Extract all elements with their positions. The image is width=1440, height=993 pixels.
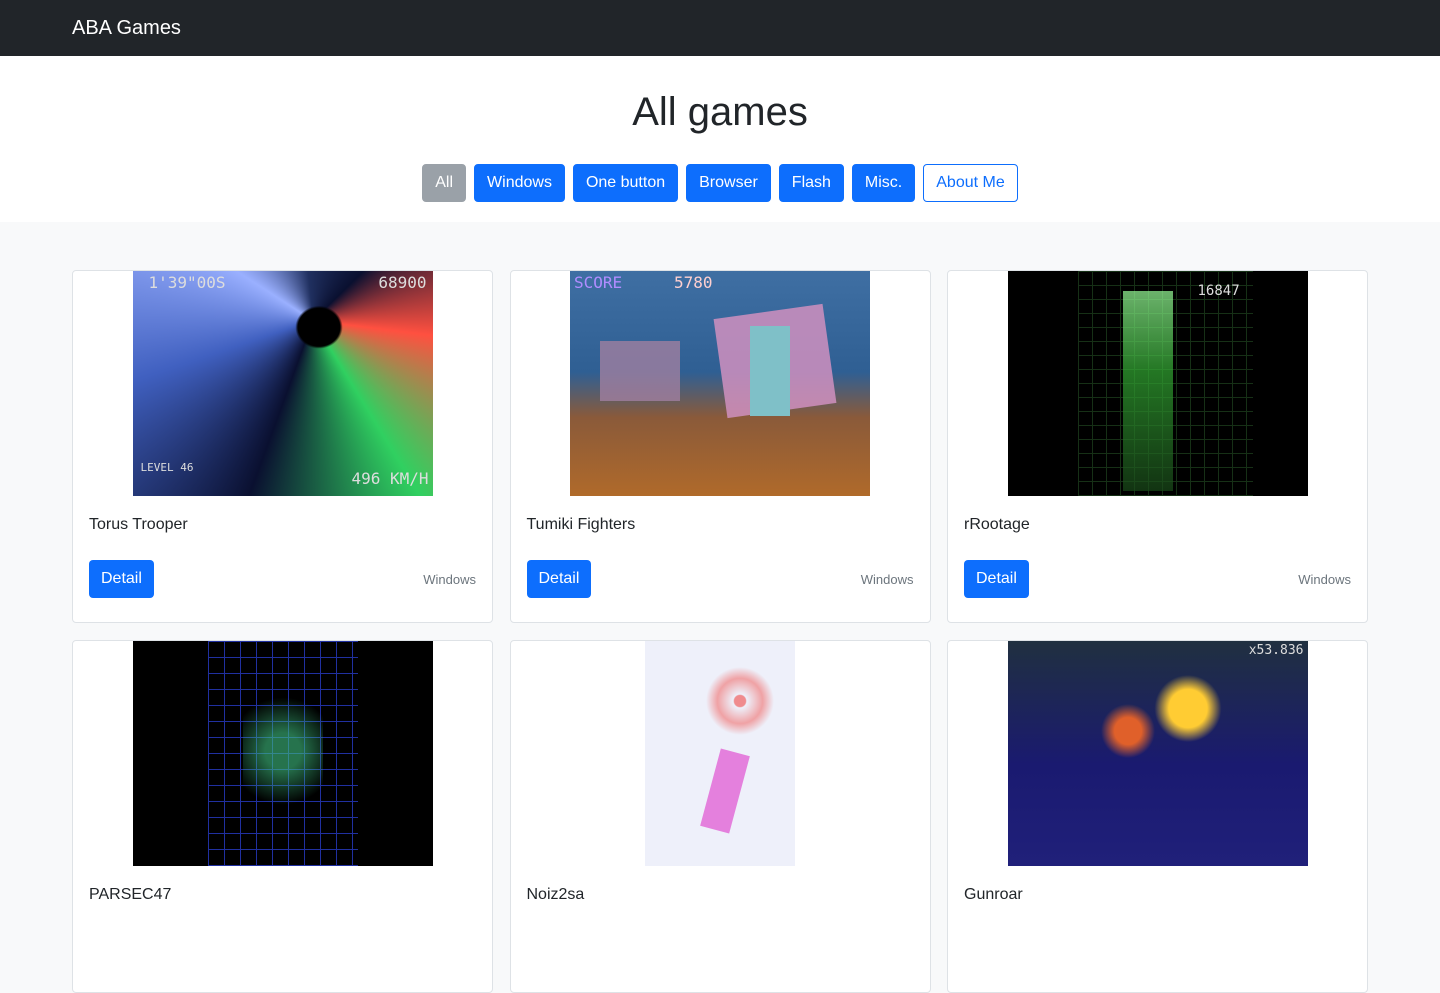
game-title: Noiz2sa	[526, 886, 585, 903]
game-card-tumiki-fighters: SCORE 5780 Tumiki Fighters Detail Window…	[509, 270, 931, 623]
game-thumbnail[interactable]	[570, 641, 870, 866]
card-footer: Detail Windows	[964, 560, 1351, 598]
hud-text: LEVEL 46	[140, 461, 194, 474]
game-card-noiz2sa: Noiz2sa	[509, 640, 931, 993]
filter-all-button[interactable]: All	[422, 164, 467, 202]
hud-text: 68900	[378, 273, 427, 292]
filter-windows-button[interactable]: Windows	[474, 164, 565, 202]
platform-label: Windows	[1298, 571, 1351, 587]
game-card-gunroar: x53.836 Gunroar	[947, 640, 1368, 993]
game-title: Gunroar	[964, 886, 1023, 903]
page-title: All games	[632, 90, 808, 134]
game-thumbnail[interactable]: 1'39"00S 68900 LEVEL 46 496 KM/H	[132, 271, 433, 496]
hud-text: 496 KM/H	[351, 469, 429, 488]
game-card-rrootage: 16847 rRootage Detail Windows	[947, 270, 1368, 623]
game-thumbnail[interactable]: x53.836	[1007, 641, 1308, 866]
game-title: Torus Trooper	[89, 516, 188, 533]
page-header: All games All Windows One button Browser…	[0, 56, 1440, 222]
game-thumbnail[interactable]: 16847	[1007, 271, 1308, 496]
game-title: PARSEC47	[89, 886, 172, 903]
game-title: Tumiki Fighters	[526, 516, 636, 533]
hud-text: 5780	[674, 273, 713, 292]
game-card-torus-trooper: 1'39"00S 68900 LEVEL 46 496 KM/H Torus T…	[72, 270, 493, 623]
filter-flash-button[interactable]: Flash	[778, 164, 844, 202]
top-navbar: ABA Games	[0, 0, 1440, 56]
about-me-button[interactable]: About Me	[923, 164, 1018, 202]
brand-link[interactable]: ABA Games	[72, 17, 181, 40]
detail-button[interactable]: Detail	[526, 560, 592, 598]
filter-bar: All Windows One button Browser Flash Mis…	[0, 164, 1440, 202]
detail-button[interactable]: Detail	[89, 560, 154, 598]
hud-text: 1'39"00S	[148, 273, 226, 292]
game-title: rRootage	[964, 516, 1030, 533]
detail-button[interactable]: Detail	[964, 560, 1029, 598]
games-grid: 1'39"00S 68900 LEVEL 46 496 KM/H Torus T…	[72, 270, 1368, 993]
filter-browser-button[interactable]: Browser	[686, 164, 771, 202]
hud-text: SCORE	[574, 273, 623, 292]
hud-text: x53.836	[1248, 643, 1304, 658]
game-card-parsec47: PARSEC47	[72, 640, 493, 993]
card-footer: Detail Windows	[89, 560, 476, 598]
filter-misc-button[interactable]: Misc.	[851, 164, 916, 202]
hud-text: 16847	[1197, 283, 1240, 299]
card-footer: Detail Windows	[526, 560, 914, 598]
platform-label: Windows	[423, 571, 476, 587]
filter-one-button-button[interactable]: One button	[572, 164, 679, 202]
game-thumbnail[interactable]: SCORE 5780	[570, 271, 870, 496]
game-thumbnail[interactable]	[132, 641, 433, 866]
platform-label: Windows	[860, 571, 914, 587]
